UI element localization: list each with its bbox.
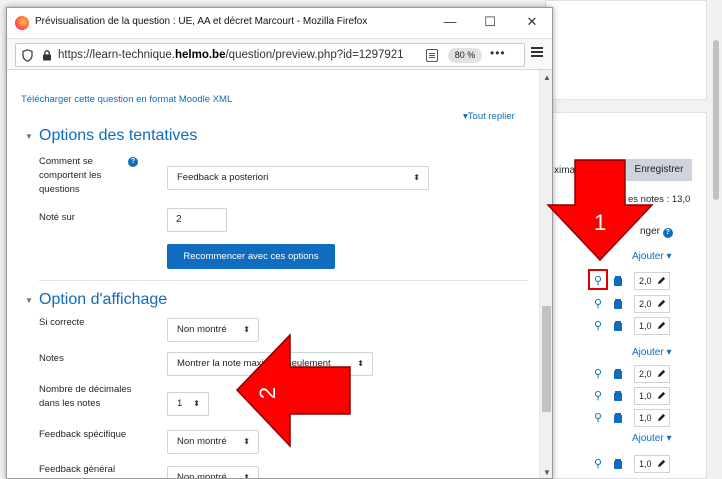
behaviour-label: Comment se comportent les questions (39, 156, 102, 195)
save-button[interactable]: Enregistrer (626, 159, 692, 181)
partial-text: ximale (554, 165, 583, 176)
max-mark-field[interactable]: 2,0 (634, 295, 670, 313)
pencil-icon (657, 321, 666, 330)
maximize-button[interactable]: ☐ (475, 12, 505, 32)
total-marks: es notes : 13,0 (628, 194, 691, 205)
general-feedback-select[interactable]: Non montré (167, 466, 259, 478)
max-mark-field[interactable]: 1,0 (634, 387, 670, 405)
preview-window: Prévisualisation de la question : UE, AA… (6, 7, 553, 479)
background-card (545, 0, 707, 100)
preview-icon[interactable]: ⚲ (592, 298, 604, 310)
max-mark-field[interactable]: 2,0 (634, 365, 670, 383)
pencil-icon (657, 459, 666, 468)
url-bar: https://learn-technique.helmo.be/questio… (7, 38, 552, 70)
preview-scrollbar-thumb[interactable] (542, 306, 551, 412)
pencil-icon (657, 369, 666, 378)
marked-out-of-label: Noté sur (39, 212, 75, 223)
reader-view-icon[interactable] (426, 49, 438, 62)
specific-feedback-label: Feedback spécifique (39, 429, 127, 440)
decimals-label: Nombre de décimales dans les notes (39, 384, 132, 409)
add-dropdown[interactable]: Ajouter (632, 433, 672, 444)
delete-icon[interactable] (614, 321, 622, 331)
decimals-select[interactable]: 1 (167, 392, 209, 416)
scroll-up-icon[interactable]: ▲ (543, 73, 551, 82)
if-correct-label: Si correcte (39, 317, 85, 328)
preview-icon[interactable]: ⚲ (592, 390, 604, 402)
pencil-icon (657, 299, 666, 308)
delete-icon[interactable] (614, 299, 622, 309)
add-dropdown[interactable]: Ajouter (632, 347, 672, 358)
max-mark-field[interactable]: 1,0 (634, 409, 670, 427)
marks-select[interactable]: Montrer la note maximale seulement (167, 352, 373, 376)
url-text[interactable]: https://learn-technique.helmo.be/questio… (58, 49, 428, 61)
address-field[interactable]: https://learn-technique.helmo.be/questio… (15, 43, 525, 67)
max-mark-field[interactable]: 1,0 (634, 455, 670, 473)
delete-icon[interactable] (614, 459, 622, 469)
change-label: nger ? (640, 226, 673, 238)
general-feedback-label: Feedback général (39, 464, 116, 475)
arrow-2-label: 2 (255, 386, 281, 400)
shield-icon[interactable] (22, 49, 33, 62)
title-bar: Prévisualisation de la question : UE, AA… (7, 8, 552, 38)
window-title: Prévisualisation de la question : UE, AA… (35, 16, 368, 27)
preview-icon[interactable]: ⚲ (592, 458, 604, 470)
marked-out-of-input[interactable]: 2 (167, 208, 227, 232)
help-icon[interactable]: ? (662, 228, 673, 238)
preview-scrollbar[interactable]: ▲ ▼ (539, 70, 552, 478)
attempt-options-heading[interactable]: Options des tentatives (39, 127, 197, 145)
behaviour-select[interactable]: Feedback a posteriori (167, 166, 429, 190)
collapse-all-link[interactable]: Tout replier (463, 111, 515, 122)
specific-feedback-select[interactable]: Non montré (167, 430, 259, 454)
preview-icon[interactable]: ⚲ (592, 412, 604, 424)
max-mark-field[interactable]: 1,0 (634, 317, 670, 335)
delete-icon[interactable] (614, 391, 622, 401)
highlight-box (588, 269, 608, 290)
marks-label: Notes (39, 353, 64, 364)
add-dropdown[interactable]: Ajouter (632, 251, 672, 262)
preview-icon[interactable]: ⚲ (592, 368, 604, 380)
close-button[interactable]: ✕ (517, 12, 547, 32)
minimize-button[interactable]: — (435, 12, 465, 32)
page-scrollbar-thumb[interactable] (713, 40, 719, 200)
delete-icon[interactable] (614, 276, 622, 286)
hamburger-menu-icon[interactable] (531, 47, 543, 57)
if-correct-select[interactable]: Non montré (167, 318, 259, 342)
section-divider (39, 280, 528, 281)
export-xml-link[interactable]: Télécharger cette question en format Moo… (21, 94, 232, 105)
scroll-down-icon[interactable]: ▼ (543, 468, 551, 477)
preview-content: Télécharger cette question en format Moo… (7, 70, 552, 478)
display-options-heading[interactable]: Option d'affichage (39, 291, 167, 309)
delete-icon[interactable] (614, 413, 622, 423)
zoom-level[interactable]: 80 % (448, 48, 482, 63)
pencil-icon (657, 276, 666, 285)
firefox-icon (15, 16, 29, 30)
pencil-icon (657, 413, 666, 422)
section-caret-icon[interactable]: ▼ (25, 296, 33, 305)
help-icon[interactable]: ? (128, 157, 138, 167)
lock-icon[interactable] (42, 50, 52, 61)
pencil-icon (657, 391, 666, 400)
section-caret-icon[interactable]: ▼ (25, 132, 33, 141)
arrow-1-label: 1 (594, 210, 607, 235)
delete-icon[interactable] (614, 369, 622, 379)
max-mark-field[interactable]: 2,0 (634, 272, 670, 290)
more-icon[interactable]: ••• (490, 46, 506, 60)
restart-with-options-button[interactable]: Recommencer avec ces options (167, 244, 335, 269)
preview-icon[interactable]: ⚲ (592, 320, 604, 332)
